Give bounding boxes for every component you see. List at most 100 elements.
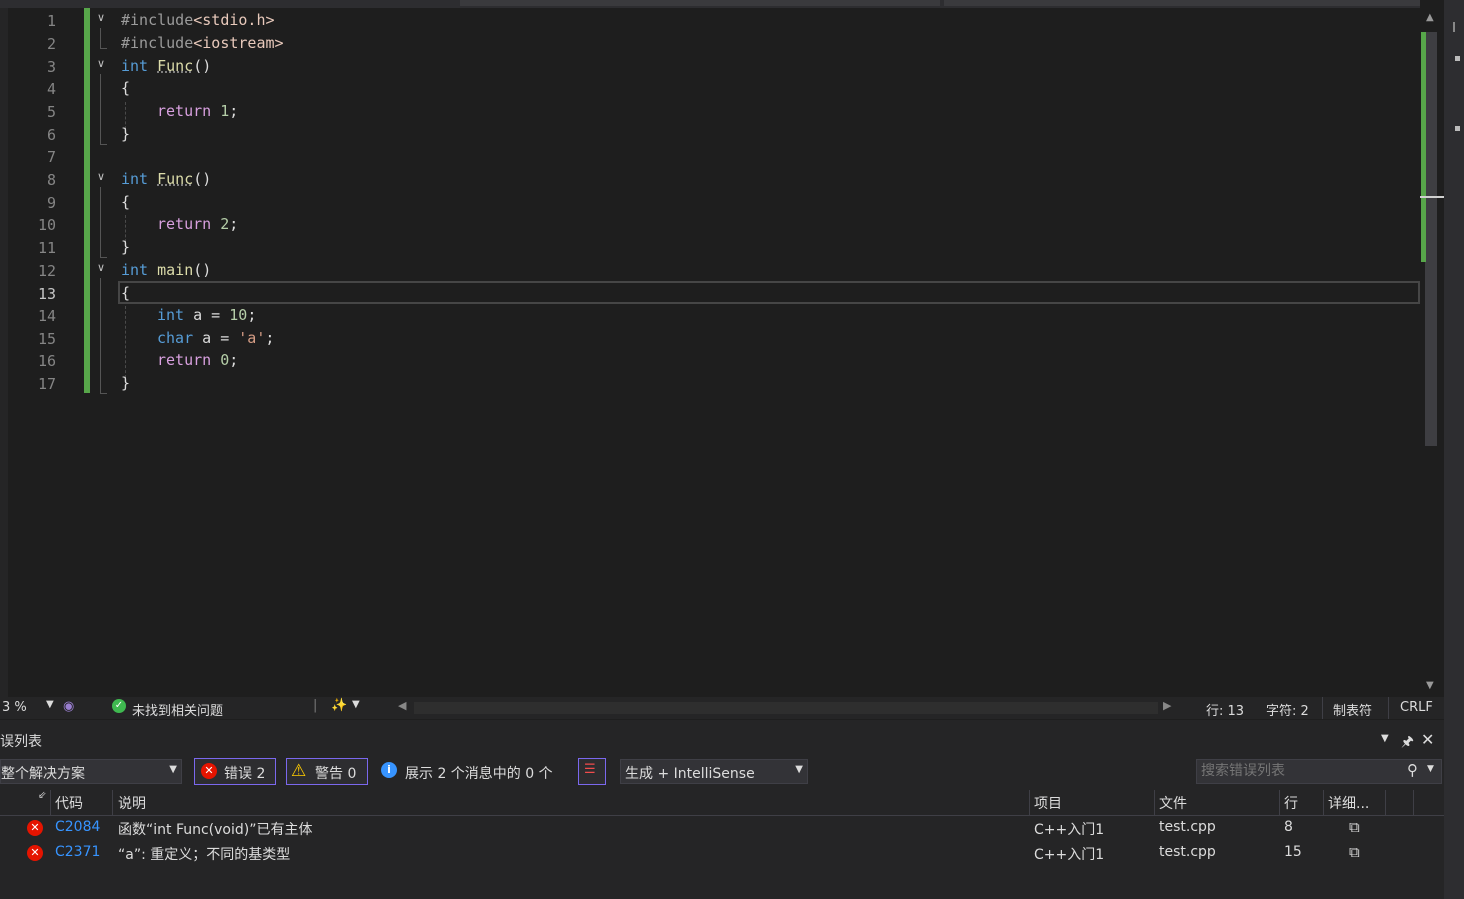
scroll-down-icon[interactable]: ▼ bbox=[1426, 680, 1434, 691]
error-project: C++入门1 bbox=[1034, 822, 1105, 838]
member-dropdown-segment[interactable] bbox=[944, 0, 1420, 6]
toolbox-icon[interactable] bbox=[1453, 22, 1461, 32]
intellicode-icon[interactable]: ◉ bbox=[63, 699, 74, 714]
errors-filter-button[interactable]: ✕ 错误 2 bbox=[194, 758, 276, 785]
col-code[interactable]: 代码 bbox=[55, 793, 83, 813]
copilot-detail-icon[interactable]: ⧉ bbox=[1349, 843, 1360, 861]
line-number: 10 bbox=[37, 216, 56, 234]
table-row[interactable]: ✕ C2371 “a”: 重定义；不同的基类型 C++入门1 test.cpp … bbox=[0, 841, 1444, 865]
horizontal-scrollbar[interactable] bbox=[414, 702, 1158, 714]
scrollbar-thumb[interactable] bbox=[1425, 32, 1437, 446]
column-divider[interactable] bbox=[1029, 790, 1030, 815]
code-line[interactable]: int Func() bbox=[121, 170, 211, 188]
column-divider[interactable] bbox=[50, 790, 51, 815]
scroll-right-icon[interactable]: ▶ bbox=[1163, 699, 1171, 712]
line-number: 14 bbox=[37, 307, 56, 325]
column-divider[interactable] bbox=[1279, 790, 1280, 815]
chevron-down-icon: ▼ bbox=[169, 764, 177, 775]
line-number: 6 bbox=[46, 126, 56, 144]
char-indicator[interactable]: 字符: 2 bbox=[1266, 700, 1309, 719]
col-description[interactable]: 说明 bbox=[118, 793, 146, 813]
close-icon[interactable]: ✕ bbox=[1421, 730, 1434, 749]
code-editor[interactable]: ∨ ∨ ∨ ∨ 1 2 3 4 5 6 7 8 9 10 11 12 13 14… bbox=[0, 8, 1420, 697]
column-divider[interactable] bbox=[1323, 790, 1324, 815]
col-line[interactable]: 行 bbox=[1284, 793, 1298, 813]
scrollbar-change-marker bbox=[1421, 32, 1426, 262]
copilot-detail-icon[interactable]: ⧉ bbox=[1349, 818, 1360, 836]
zoom-dropdown-icon[interactable]: ▼ bbox=[46, 699, 54, 710]
col-project[interactable]: 项目 bbox=[1034, 793, 1062, 813]
warnings-label: 警告 0 bbox=[315, 766, 357, 782]
error-code-link[interactable]: C2084 bbox=[55, 819, 100, 835]
fold-guide bbox=[100, 187, 101, 257]
scope-dropdown[interactable]: 整个解决方案 ▼ bbox=[0, 759, 182, 784]
code-line[interactable]: { bbox=[121, 193, 130, 211]
code-line[interactable]: } bbox=[121, 374, 130, 392]
search-error-list[interactable]: ⚲ ▼ bbox=[1196, 759, 1442, 784]
filter-toggle-button[interactable]: ☰ bbox=[578, 758, 606, 785]
scroll-left-icon[interactable]: ◀ bbox=[398, 699, 406, 712]
search-icon[interactable]: ⚲ bbox=[1407, 761, 1418, 779]
fold-chevron-icon[interactable]: ∨ bbox=[94, 57, 108, 71]
zoom-level[interactable]: 3 % bbox=[2, 700, 27, 715]
current-line-highlight bbox=[118, 281, 1420, 304]
navigation-bar-segment[interactable] bbox=[460, 0, 940, 6]
col-detail[interactable]: 详细... bbox=[1328, 793, 1369, 813]
fold-guide bbox=[100, 144, 107, 145]
pin-icon[interactable]: 🖈 bbox=[1401, 731, 1414, 755]
code-line[interactable]: return 0; bbox=[157, 351, 238, 369]
fold-guide bbox=[100, 257, 107, 258]
divider bbox=[1322, 697, 1323, 719]
fold-chevron-icon[interactable]: ∨ bbox=[94, 11, 108, 25]
code-line[interactable]: } bbox=[121, 238, 130, 256]
line-number: 5 bbox=[46, 103, 56, 121]
warnings-filter-button[interactable]: ⚠ 警告 0 bbox=[286, 758, 368, 785]
code-line[interactable]: #include<stdio.h> bbox=[121, 11, 275, 29]
cleanup-dropdown-icon[interactable]: ▼ bbox=[352, 699, 360, 710]
code-line[interactable]: return 2; bbox=[157, 215, 238, 233]
error-code-link[interactable]: C2371 bbox=[55, 844, 100, 860]
column-divider[interactable] bbox=[1154, 790, 1155, 815]
code-line[interactable]: { bbox=[121, 79, 130, 97]
line-number: 8 bbox=[46, 171, 56, 189]
code-line[interactable]: { bbox=[121, 284, 130, 302]
line-number: 4 bbox=[46, 80, 56, 98]
search-input[interactable] bbox=[1201, 762, 1401, 780]
line-number: 7 bbox=[46, 148, 56, 166]
code-line[interactable]: int main() bbox=[121, 261, 211, 279]
fold-guide bbox=[100, 28, 101, 48]
code-line[interactable]: int Func() bbox=[121, 57, 211, 75]
error-icon: ✕ bbox=[27, 820, 43, 836]
column-divider[interactable] bbox=[1385, 790, 1386, 815]
document-tab-strip bbox=[0, 0, 1420, 8]
fold-chevron-icon[interactable]: ∨ bbox=[94, 170, 108, 184]
scroll-up-icon[interactable]: ▲ bbox=[1426, 12, 1434, 23]
column-divider[interactable] bbox=[112, 790, 113, 815]
column-divider[interactable] bbox=[1413, 790, 1414, 815]
messages-filter-button[interactable]: 展示 2 个消息中的 0 个 bbox=[405, 763, 553, 783]
code-line[interactable]: return 1; bbox=[157, 102, 238, 120]
indent-mode[interactable]: 制表符 bbox=[1333, 700, 1372, 719]
marker-icon bbox=[1455, 126, 1460, 131]
code-line[interactable]: int a = 10; bbox=[157, 306, 256, 324]
line-number: 1 bbox=[46, 12, 56, 30]
build-filter-dropdown[interactable]: 生成 + IntelliSense ▼ bbox=[620, 759, 808, 784]
code-line[interactable]: #include<iostream> bbox=[121, 34, 284, 52]
table-row[interactable]: ✕ C2084 函数“int Func(void)”已有主体 C++入门1 te… bbox=[0, 816, 1444, 840]
issues-status[interactable]: 未找到相关问题 bbox=[132, 700, 223, 719]
line-number: 3 bbox=[46, 58, 56, 76]
errors-label: 错误 2 bbox=[224, 766, 266, 782]
panel-menu-icon[interactable]: ▼ bbox=[1381, 733, 1389, 744]
code-cleanup-icon[interactable]: ✨ bbox=[331, 698, 347, 713]
code-line[interactable]: } bbox=[121, 125, 130, 143]
line-ending[interactable]: CRLF bbox=[1400, 700, 1433, 715]
error-line: 8 bbox=[1284, 819, 1293, 835]
indent-guide bbox=[125, 306, 126, 378]
sort-icon[interactable]: ⇙ bbox=[38, 790, 46, 801]
chevron-down-icon[interactable]: ▼ bbox=[1427, 764, 1434, 774]
error-line: 15 bbox=[1284, 844, 1302, 860]
code-line[interactable]: char a = 'a'; bbox=[157, 329, 274, 347]
line-indicator[interactable]: 行: 13 bbox=[1206, 700, 1244, 719]
col-file[interactable]: 文件 bbox=[1159, 793, 1187, 813]
fold-chevron-icon[interactable]: ∨ bbox=[94, 261, 108, 275]
